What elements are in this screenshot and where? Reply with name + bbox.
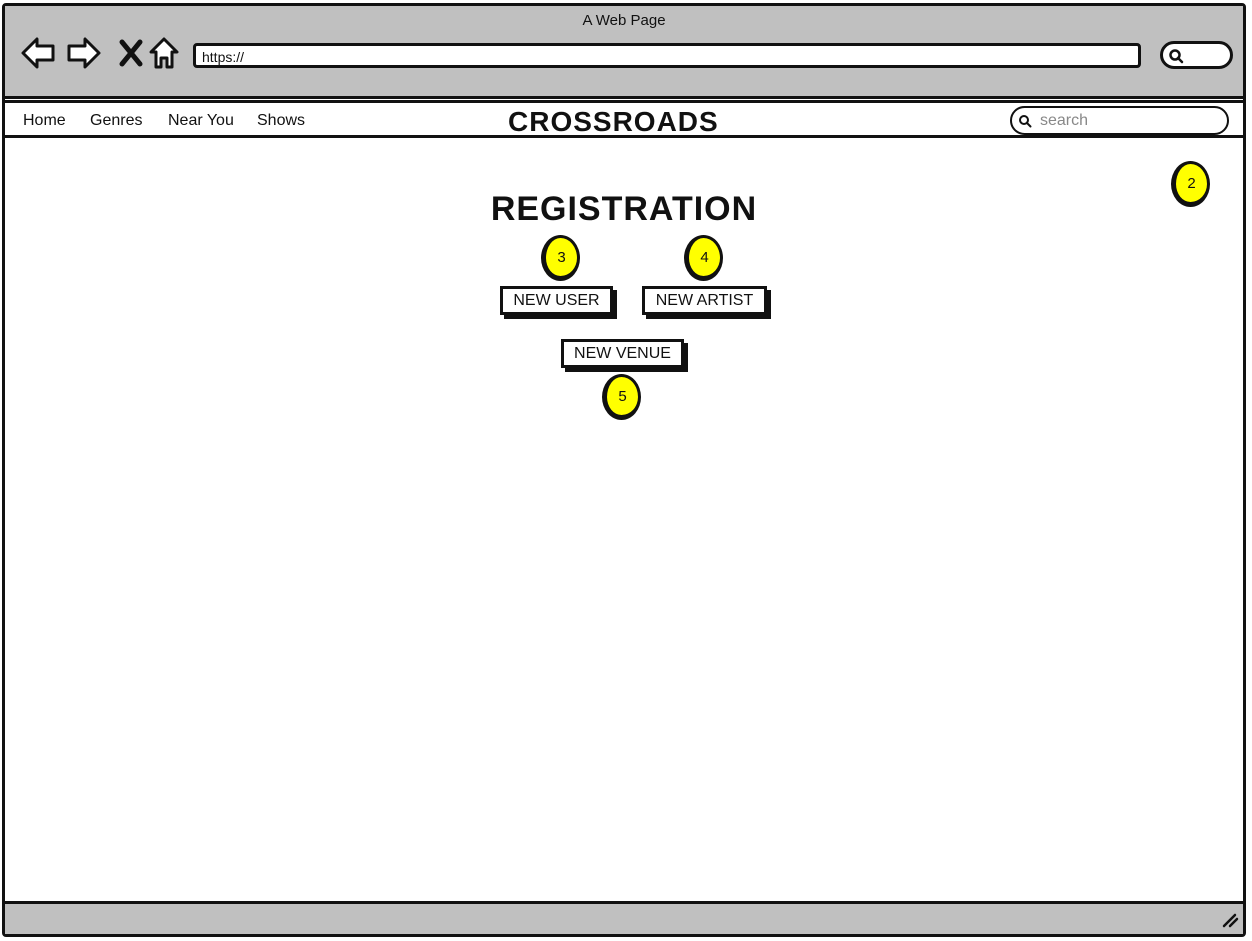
search-icon xyxy=(1169,49,1184,64)
site-logo[interactable]: CROSSROADS xyxy=(508,106,719,138)
forward-arrow-icon[interactable] xyxy=(65,34,103,72)
url-text: https:// xyxy=(202,49,245,65)
annotation-marker: 5 xyxy=(602,374,641,420)
back-arrow-icon[interactable] xyxy=(19,34,57,72)
nav-item-home[interactable]: Home xyxy=(23,112,66,130)
browser-search-button[interactable] xyxy=(1160,41,1233,69)
annotation-marker: 4 xyxy=(684,235,723,281)
window-title: A Web Page xyxy=(582,12,666,29)
resize-grip-icon[interactable] xyxy=(1221,912,1239,928)
annotation-marker: 3 xyxy=(541,235,580,281)
new-user-button[interactable]: NEW USER xyxy=(500,286,613,315)
browser-window: A Web Page https:// Home Genres Near You… xyxy=(2,3,1246,937)
search-icon xyxy=(1019,115,1032,128)
home-icon[interactable] xyxy=(145,34,183,72)
nav-item-shows[interactable]: Shows xyxy=(257,112,305,130)
site-search-box[interactable] xyxy=(1010,106,1229,135)
status-bar xyxy=(5,901,1243,934)
new-artist-button[interactable]: NEW ARTIST xyxy=(642,286,767,315)
annotation-marker: 2 xyxy=(1171,161,1210,207)
url-bar[interactable]: https:// xyxy=(193,43,1141,68)
nav-item-near-you[interactable]: Near You xyxy=(168,112,234,130)
browser-chrome: A Web Page https:// xyxy=(5,6,1243,99)
site-header: Home Genres Near You Shows CROSSROADS xyxy=(5,100,1243,138)
page-title: REGISTRATION xyxy=(490,190,758,228)
new-venue-button[interactable]: NEW VENUE xyxy=(561,339,684,368)
site-search-input[interactable] xyxy=(1038,111,1222,131)
nav-item-genres[interactable]: Genres xyxy=(90,112,142,130)
